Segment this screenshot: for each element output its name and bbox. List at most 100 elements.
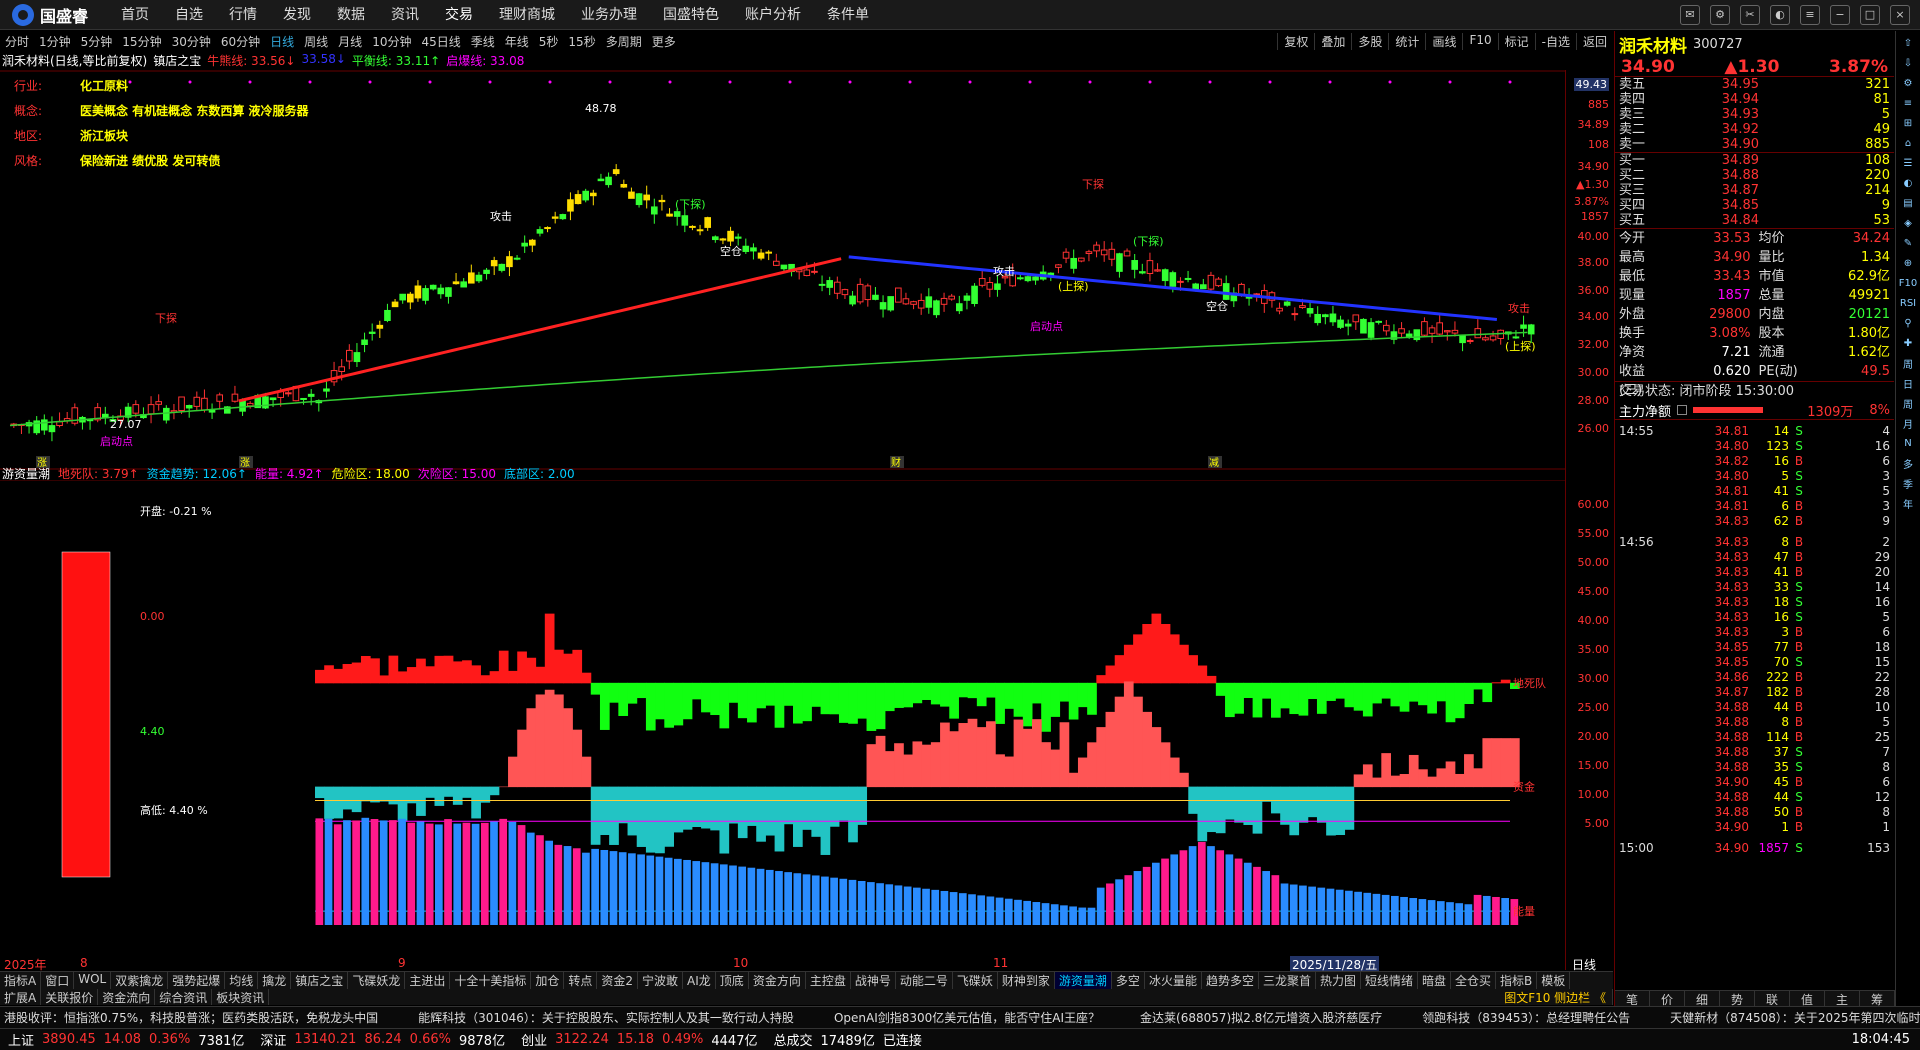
candle-body[interactable] [651, 206, 658, 215]
order-book-row[interactable]: 卖四 34.94 81 [1615, 92, 1894, 107]
tools-icon[interactable]: ✂ [1740, 4, 1760, 25]
candle-body[interactable] [536, 229, 544, 234]
candle-body[interactable] [1299, 305, 1306, 309]
order-book-row[interactable]: 买三 34.87 214 [1615, 183, 1894, 198]
indicator-tab[interactable]: 镇店之宝 [291, 972, 349, 989]
candle-body[interactable] [818, 283, 826, 286]
candle-body[interactable] [803, 269, 811, 277]
order-book-row[interactable]: 买二 34.88 220 [1615, 168, 1894, 183]
settings-icon[interactable]: ⚙ [1710, 4, 1730, 25]
candle-body[interactable] [712, 236, 719, 241]
sub-tab[interactable]: 资金流向 [98, 989, 156, 1005]
candle-body[interactable] [742, 245, 750, 252]
order-book-row[interactable]: 卖二 34.92 49 [1615, 122, 1894, 137]
candle-body[interactable] [849, 295, 856, 305]
chart-tool-button[interactable]: -自选 [1534, 32, 1576, 50]
candle-body[interactable] [658, 199, 666, 203]
candle-body[interactable] [452, 281, 460, 285]
candle-body[interactable] [338, 366, 345, 372]
indicator-tab[interactable]: 擒龙 [258, 972, 292, 989]
candle-body[interactable] [323, 388, 330, 392]
candle-body[interactable] [582, 190, 589, 201]
stock-name[interactable]: 润禾材料 [1619, 32, 1687, 57]
candle-body[interactable] [1459, 335, 1466, 344]
minimize-icon[interactable]: − [1830, 4, 1850, 25]
sub-tab[interactable]: 综合资讯 [155, 989, 213, 1005]
candle-body[interactable] [445, 287, 452, 297]
candle-body[interactable] [163, 407, 170, 421]
candle-body[interactable] [1520, 324, 1527, 329]
candle-body[interactable] [750, 247, 757, 252]
candle-body[interactable] [1444, 330, 1451, 333]
candle-body[interactable] [376, 324, 384, 329]
candle-body[interactable] [826, 280, 833, 288]
candle-body[interactable] [811, 270, 818, 273]
candle-body[interactable] [1177, 280, 1184, 283]
candle-body[interactable] [902, 298, 910, 305]
candle-body[interactable] [1329, 313, 1337, 323]
candle-body[interactable] [773, 260, 780, 266]
candle-body[interactable] [262, 396, 269, 409]
candle-body[interactable] [544, 227, 551, 230]
side-tool-icon[interactable]: ✎ [1900, 235, 1916, 251]
candle-body[interactable] [1421, 321, 1428, 336]
top-menu-item[interactable]: 理财商城 [486, 0, 568, 30]
candle-body[interactable] [978, 278, 986, 286]
candle-body[interactable] [513, 257, 521, 260]
side-tool-icon[interactable]: ⚲ [1900, 315, 1916, 331]
top-menu-item[interactable]: 行情 [216, 0, 270, 30]
order-book-row[interactable]: 买五 34.84 53 [1615, 213, 1894, 228]
candle-body[interactable] [1314, 313, 1321, 324]
indicator-tab[interactable]: 指标B [1496, 972, 1538, 989]
top-menu-item[interactable]: 首页 [108, 0, 162, 30]
sub-tab[interactable]: 板块资讯 [212, 989, 270, 1005]
period-tab[interactable]: 30分钟 [167, 33, 216, 50]
side-tool-icon[interactable]: ⚙ [1900, 75, 1916, 91]
side-tool-icon[interactable]: ≡ [1900, 95, 1916, 111]
candle-body[interactable] [864, 285, 872, 301]
candle-body[interactable] [895, 287, 902, 303]
period-tab[interactable]: 日线 [265, 33, 299, 50]
candle-body[interactable] [1108, 248, 1116, 260]
sub-tab[interactable]: 扩展A [0, 989, 42, 1005]
indicator-tab[interactable]: 游资量潮 [1054, 972, 1112, 989]
candle-body[interactable] [1146, 260, 1154, 275]
period-tab[interactable]: 分时 [0, 33, 34, 50]
candle-body[interactable] [574, 194, 582, 205]
side-tool-icon[interactable]: ⇧ [1900, 35, 1916, 51]
skin-icon[interactable]: ◐ [1770, 4, 1790, 25]
candle-body[interactable] [1055, 264, 1062, 268]
candle-body[interactable] [719, 238, 727, 241]
chart-tool-button[interactable]: 叠加 [1314, 32, 1351, 50]
candle-body[interactable] [1352, 314, 1360, 323]
order-book-row[interactable]: 卖三 34.93 5 [1615, 107, 1894, 122]
period-tab[interactable]: 季线 [466, 33, 500, 50]
candle-body[interactable] [590, 192, 597, 197]
side-tool-icon[interactable]: ⊕ [1900, 255, 1916, 271]
chart-tool-button[interactable]: 标记 [1497, 32, 1535, 50]
side-tool-icon[interactable]: ⌂ [1900, 135, 1916, 151]
candle-body[interactable] [940, 297, 948, 305]
candle-body[interactable] [872, 294, 879, 300]
indicator-tab[interactable]: 全仓买 [1451, 972, 1497, 989]
candle-body[interactable] [910, 301, 917, 305]
candle-body[interactable] [132, 404, 140, 414]
candle-body[interactable] [834, 281, 841, 294]
candle-body[interactable] [498, 263, 506, 271]
candle-body[interactable] [361, 339, 368, 345]
side-tool-icon[interactable]: 周 [1900, 395, 1916, 411]
period-tab[interactable]: 1分钟 [34, 33, 76, 50]
side-tool-icon[interactable]: 周 [1900, 355, 1916, 371]
order-book-row[interactable]: 买一 34.89 108 [1615, 153, 1894, 168]
side-tool-icon[interactable]: ☰ [1900, 155, 1916, 171]
candle-body[interactable] [193, 396, 201, 407]
indicator-tab[interactable]: 双紫擒龙 [111, 972, 169, 989]
candle-body[interactable] [399, 293, 406, 301]
candle-body[interactable] [1322, 314, 1329, 318]
news-item[interactable]: 领跑科技（839453）：总经理聘任公告 [1422, 1009, 1630, 1026]
candle-body[interactable] [1527, 324, 1535, 335]
indicator-tab[interactable]: 转点 [564, 972, 598, 989]
side-tool-icon[interactable]: 年 [1900, 495, 1916, 511]
info-value[interactable]: 浙江板块 [80, 124, 128, 149]
candle-body[interactable] [468, 272, 475, 284]
